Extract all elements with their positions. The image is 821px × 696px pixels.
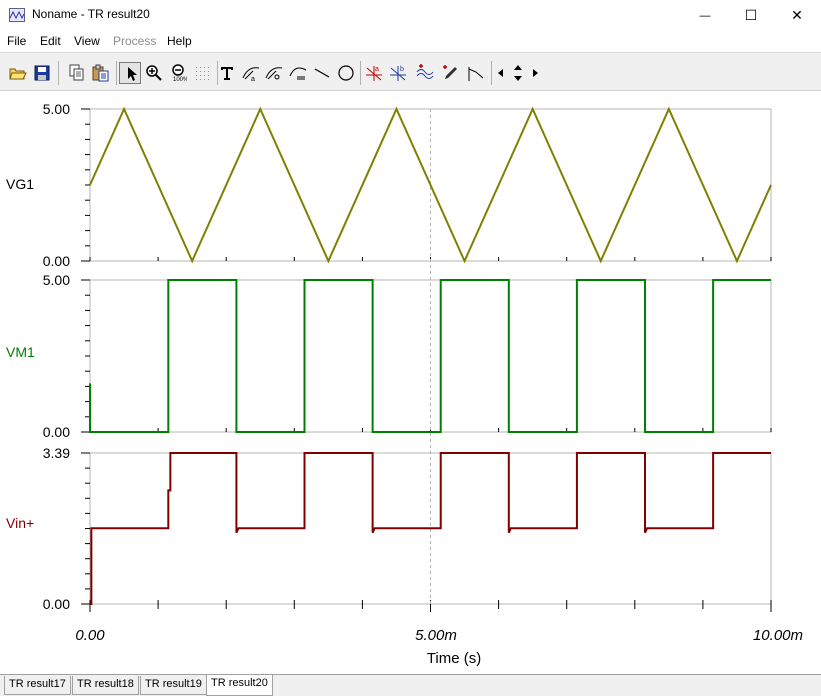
close-button[interactable]: ✕ (774, 0, 820, 31)
scroll-right-button[interactable] (528, 62, 542, 84)
menu-file[interactable]: File (7, 34, 26, 48)
line-tool-button[interactable] (311, 62, 333, 84)
select-pointer-icon (128, 67, 137, 81)
toolbar-separator (58, 61, 59, 85)
save-button[interactable] (31, 62, 53, 84)
result-tab-bar: TR result17 TR result18 TR result19 TR r… (0, 674, 821, 696)
select-pointer-button[interactable] (119, 62, 141, 84)
panel-label-vm1: VM1 (6, 344, 35, 360)
zoom-in-icon (146, 65, 162, 81)
arrow-right-icon (533, 69, 538, 77)
curve-label-2-icon (265, 67, 283, 80)
curve-label-button[interactable]: a (240, 62, 262, 84)
circle-tool-button[interactable] (335, 62, 357, 84)
arrow-left-icon (498, 69, 503, 77)
y-tick-vin-bottom: 0.00 (43, 596, 70, 612)
copy-icon (69, 64, 84, 81)
tab-tr-result20[interactable]: TR result20 (206, 675, 273, 696)
cursor-b-icon: b (390, 66, 406, 81)
svg-text:a: a (375, 66, 379, 73)
minimize-button[interactable]: — (682, 0, 728, 31)
save-icon (34, 65, 50, 81)
app-icon (9, 8, 25, 22)
window-title: Noname - TR result20 (32, 7, 150, 21)
cursor-b-button[interactable]: b (387, 62, 409, 84)
x-axis-label: Time (s) (427, 650, 481, 667)
scroll-left-button[interactable] (494, 62, 508, 84)
maximize-icon: ☐ (744, 7, 758, 23)
menu-help[interactable]: Help (167, 34, 192, 48)
zoom-in-button[interactable] (143, 62, 165, 84)
y-tick-vm1-top: 5.00 (43, 272, 70, 288)
y-tick-vg1-bottom: 0.00 (43, 253, 70, 269)
open-icon (9, 68, 27, 80)
circle-tool-icon (338, 65, 354, 81)
grid-button[interactable] (191, 62, 213, 84)
paste-icon (92, 64, 109, 82)
x-tick-10m: 10.00m (753, 627, 803, 644)
text-tool-icon (221, 67, 233, 80)
paste-button[interactable] (89, 62, 111, 84)
panel-label-vin: Vin+ (6, 515, 34, 531)
arrow-updown-icon (514, 65, 522, 81)
panel-label-vg1: VG1 (6, 176, 34, 192)
toolbar-separator (360, 61, 361, 85)
wave-button[interactable] (414, 62, 436, 84)
svg-text:100%: 100% (173, 77, 187, 82)
chart-area: VG1 VM1 Vin+ 5.00 0.00 5.00 0.00 3.39 0.… (0, 91, 821, 674)
menu-bar: File Edit View Process Help (0, 31, 821, 51)
scroll-updown-button[interactable] (508, 62, 528, 84)
title-bar: Noname - TR result20 — ☐ ✕ (0, 0, 821, 31)
cursor-a-button[interactable]: a (363, 62, 385, 84)
y-tick-vin-top: 3.39 (43, 445, 70, 461)
y-tick-vm1-bottom: 0.00 (43, 424, 70, 440)
menu-view[interactable]: View (74, 34, 100, 48)
menu-edit[interactable]: Edit (40, 34, 61, 48)
grid-icon (196, 67, 209, 80)
tab-tr-result18[interactable]: TR result18 (72, 676, 139, 695)
copy-button[interactable] (65, 62, 87, 84)
line-tool-icon (314, 68, 330, 78)
maximize-button[interactable]: ☐ (728, 0, 774, 31)
marker-icon (468, 67, 484, 81)
curve-label-2-button[interactable] (263, 62, 285, 84)
svg-text:a: a (251, 76, 255, 82)
toolbar-separator (116, 61, 117, 85)
toolbar: 100% a a b (0, 52, 821, 91)
open-button[interactable] (7, 62, 29, 84)
zoom-100-button[interactable]: 100% (167, 62, 189, 84)
minimize-icon: — (699, 9, 711, 22)
chart-svg[interactable]: VG1 VM1 Vin+ 5.00 0.00 5.00 0.00 3.39 0.… (0, 91, 821, 674)
toolbar-separator (491, 61, 492, 85)
probe-icon (443, 65, 457, 79)
menu-process[interactable]: Process (113, 34, 156, 48)
tab-tr-result19[interactable]: TR result19 (140, 676, 207, 695)
y-tick-vg1-top: 5.00 (43, 101, 70, 117)
zoom-100-icon: 100% (172, 64, 187, 82)
tab-tr-result17[interactable]: TR result17 (4, 676, 71, 695)
formula-label-icon (289, 67, 307, 80)
close-icon: ✕ (791, 7, 803, 23)
svg-text:b: b (400, 66, 404, 73)
x-tick-0: 0.00 (75, 627, 105, 644)
formula-label-button[interactable] (287, 62, 309, 84)
probe-button[interactable] (439, 62, 461, 84)
wave-icon (416, 64, 434, 79)
cursor-a-icon: a (366, 66, 382, 81)
x-tick-5m: 5.00m (415, 627, 457, 644)
marker-button[interactable] (465, 62, 487, 84)
curve-label-icon: a (242, 67, 260, 82)
text-tool-button[interactable] (216, 62, 238, 84)
